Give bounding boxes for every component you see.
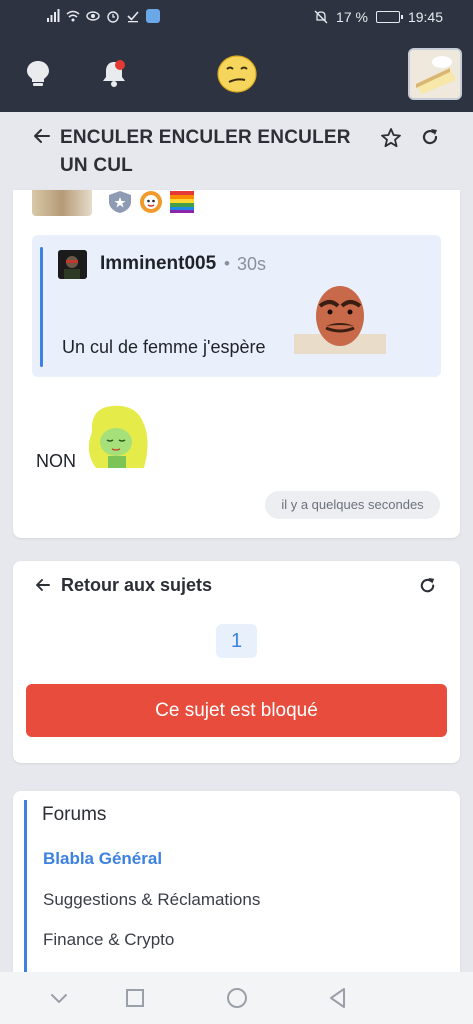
quote-accent-bar xyxy=(40,247,43,367)
forum-link-finance-crypto[interactable]: Finance & Crypto xyxy=(43,930,174,950)
recents-square-icon[interactable] xyxy=(123,986,147,1010)
shield-badge-icon xyxy=(109,191,131,213)
chevron-down-icon[interactable] xyxy=(47,986,71,1010)
back-triangle-icon[interactable] xyxy=(326,986,350,1010)
forums-heading: Forums xyxy=(42,804,107,825)
wifi-icon xyxy=(66,10,80,22)
face-badge-icon xyxy=(140,191,162,213)
bell-muted-icon xyxy=(314,10,328,24)
avatar[interactable] xyxy=(408,48,462,100)
quote-time: 30s xyxy=(237,254,267,274)
star-icon[interactable] xyxy=(380,127,402,149)
forum-link-suggestions[interactable]: Suggestions & Réclamations xyxy=(43,890,260,910)
message-text: NON xyxy=(36,451,76,471)
back-arrow-icon[interactable] xyxy=(32,126,52,146)
lightbulb-icon[interactable] xyxy=(26,60,50,88)
topic-locked-button[interactable]: Ce sujet est bloqué xyxy=(26,684,447,737)
eye-icon xyxy=(86,11,100,21)
browser-icon xyxy=(146,9,160,23)
back-arrow-icon[interactable] xyxy=(34,576,52,594)
alarm-icon xyxy=(107,11,119,23)
message-timestamp: il y a quelques secondes xyxy=(265,491,440,519)
status-bar: 17 % 19:45 xyxy=(0,0,473,36)
quote-avatar[interactable] xyxy=(58,250,87,279)
quote-username[interactable]: Imminent005 xyxy=(100,253,216,275)
quote-separator: • xyxy=(224,254,230,273)
rainbow-badge-icon xyxy=(170,191,194,213)
battery-percent: 17 % xyxy=(336,9,368,25)
refresh-icon[interactable] xyxy=(418,576,437,595)
battery-icon xyxy=(375,11,403,23)
smiley-icon[interactable] xyxy=(216,54,258,94)
user-banner-image xyxy=(32,190,92,216)
check-icon xyxy=(127,11,139,23)
status-icons-right: 17 % 19:45 xyxy=(314,9,443,25)
page-number-button[interactable]: 1 xyxy=(216,624,257,658)
cake-avatar-image xyxy=(410,50,460,98)
refresh-icon[interactable] xyxy=(420,127,440,147)
page-title: ENCULER ENCULER ENCULER UN CUL xyxy=(60,127,351,176)
quote-text: Un cul de femme j'espère xyxy=(62,337,266,357)
forums-accent-bar xyxy=(24,800,27,980)
angry-face-sticker xyxy=(294,286,386,354)
forum-link-blabla-general[interactable]: Blabla Général xyxy=(43,849,162,869)
signal-icon xyxy=(47,9,60,22)
status-icons-left xyxy=(46,9,160,23)
home-circle-icon[interactable] xyxy=(225,986,249,1010)
back-to-topics-link[interactable]: Retour aux sujets xyxy=(61,575,212,596)
quote-avatar-image xyxy=(58,250,87,279)
sleeping-girl-sticker xyxy=(88,405,148,468)
clock: 19:45 xyxy=(407,9,443,25)
notification-dot xyxy=(115,60,125,70)
